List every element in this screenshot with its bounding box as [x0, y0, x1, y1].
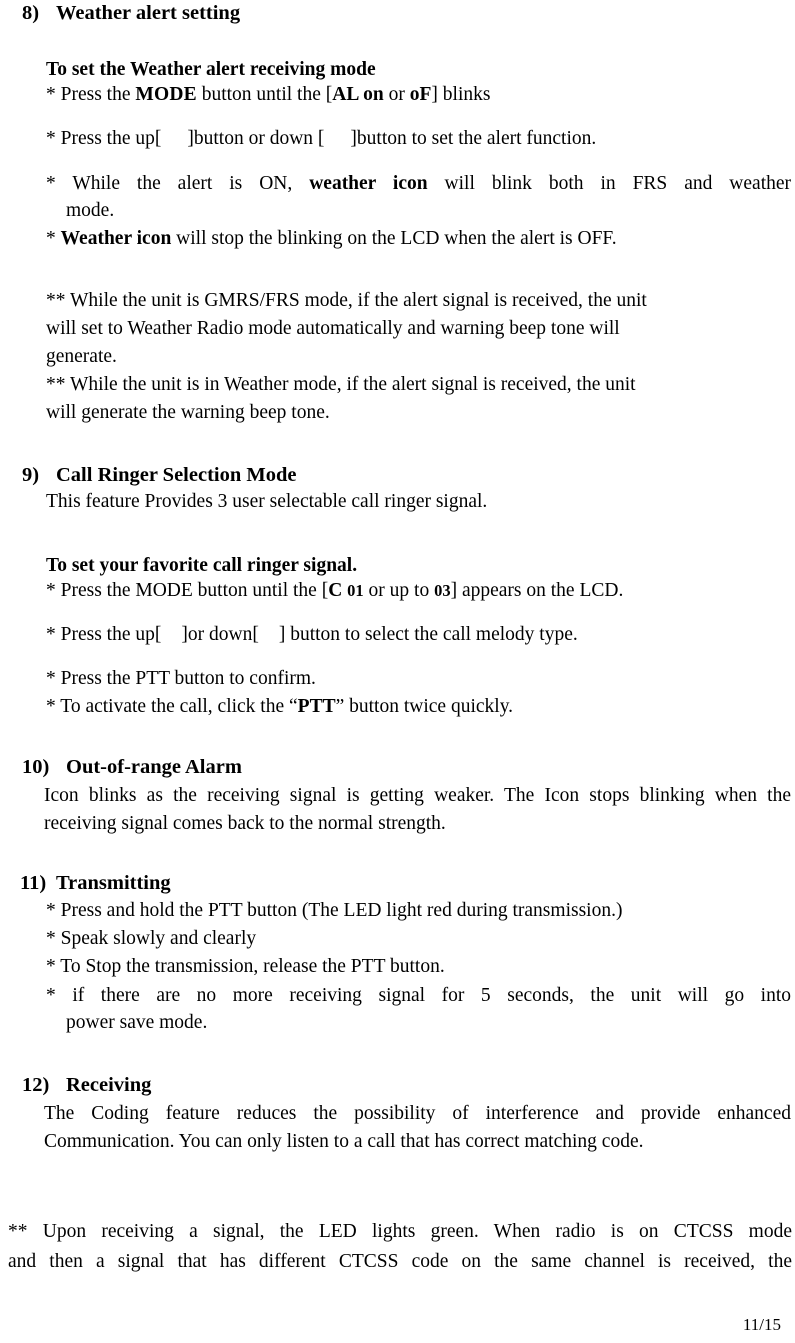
section-8-heading: 8) Weather alert setting [22, 0, 240, 26]
section-11-line-2: * Speak slowly and clearly [46, 928, 257, 949]
section-8-number: 8) [22, 2, 40, 24]
section-8-title: Weather alert setting [56, 2, 241, 24]
section-8-press-mode-line: * Press the MODE button until the [AL on… [46, 82, 490, 108]
text-fragment: ] appears on the LCD. [450, 580, 624, 601]
section-8-while-alert-cont: mode. [66, 200, 115, 221]
ptt-button-label: PTT [297, 696, 336, 717]
text-fragment: * Press the up[ [46, 624, 162, 645]
text-fragment: or [383, 84, 410, 105]
mode-button-label: MODE [135, 84, 197, 105]
section-10-title: Out-of-range Alarm [66, 756, 242, 778]
section-8-note2-line2: will generate the warning beep tone. [46, 402, 330, 423]
section-12-title: Receiving [66, 1074, 152, 1096]
section-12-body: The Coding feature reduces the possibili… [44, 1103, 791, 1152]
text-fragment: ] blinks [431, 84, 491, 105]
section-11-line-3: * To Stop the transmission, release the … [46, 956, 445, 977]
text-fragment: * While the alert is ON, [46, 173, 310, 194]
closing-note-line-1: ** Upon receiving a signal, the LED ligh… [8, 1221, 792, 1242]
text-fragment: * Press the up[ [46, 128, 162, 149]
section-12-number: 12) [22, 1074, 50, 1096]
text-fragment: * Press the [46, 84, 136, 105]
section-9-intro: This feature Provides 3 user selectable … [46, 491, 488, 512]
lcd-01-label: 01 [347, 581, 364, 600]
section-8-subheading: To set the Weather alert receiving mode [46, 59, 376, 80]
section-11-title: Transmitting [56, 872, 171, 894]
weather-icon-label: Weather icon [60, 228, 172, 249]
text-fragment: ” button twice quickly. [335, 696, 514, 717]
section-11-line-4-cont: power save mode. [66, 1012, 208, 1033]
text-fragment: ]or down[ [181, 624, 259, 645]
text-fragment: * To activate the call, click the “ [46, 696, 298, 717]
text-fragment: will blink both in FRS and weather [427, 173, 792, 194]
section-10-body: Icon blinks as the receiving signal is g… [44, 785, 791, 834]
section-8-weather-icon-line: * Weather icon will stop the blinking on… [46, 226, 617, 252]
section-9-press-updown-line: * Press the up[ ]or down[ ] button to sele… [46, 622, 578, 648]
text-fragment: button until the [ [196, 84, 333, 105]
text-fragment: or up to [363, 580, 435, 601]
section-8-note1-line2: will set to Weather Radio mode automatic… [46, 318, 620, 339]
section-8-note1-line3: generate. [46, 346, 117, 367]
section-8-press-updown-line: * Press the up[ ]button or down [ ]button … [46, 126, 596, 152]
lcd-c-label: C [328, 580, 343, 601]
section-8-while-alert-line: * While the alert is ON, weather icon wi… [46, 170, 791, 198]
lcd-03-label: 03 [434, 581, 451, 600]
section-9-subheading: To set your favorite call ringer signal. [46, 555, 358, 576]
text-fragment: ] button to select the call melody type. [278, 624, 578, 645]
section-8-note2-line1: ** While the unit is in Weather mode, if… [46, 374, 636, 395]
section-9-activate-line: * To activate the call, click the “PTT” … [46, 694, 513, 720]
section-10-heading: 10) Out-of-range Alarm [22, 754, 242, 780]
text-fragment: will stop the blinking on the LCD when t… [171, 228, 617, 249]
section-9-press-mode-line: * Press the MODE button until the [C 01 … [46, 578, 623, 604]
section-11-number: 11) [20, 872, 47, 894]
section-11-line-1: * Press and hold the PTT button (The LED… [46, 900, 623, 921]
lcd-al-on-label: AL on [332, 84, 384, 105]
section-12-heading: 12) Receiving [22, 1072, 151, 1098]
section-9-number: 9) [22, 464, 40, 486]
text-fragment: * Press the MODE button until the [ [46, 580, 329, 601]
text-fragment: ]button or down [ [187, 128, 325, 149]
lcd-of-label: oF [409, 84, 432, 105]
section-9-heading: 9) Call Ringer Selection Mode [22, 462, 296, 488]
document-page: 8) Weather alert setting To set the Weath… [0, 0, 795, 1343]
section-9-press-ptt-line: * Press the PTT button to confirm. [46, 668, 316, 689]
text-fragment: ]button to set the alert function. [350, 128, 597, 149]
section-11-line-4: * if there are no more receiving signal … [46, 985, 791, 1006]
page-number: 11/15 [742, 1315, 781, 1334]
section-10-number: 10) [22, 756, 50, 778]
weather-icon-label: weather icon [309, 173, 428, 194]
text-fragment: * [46, 228, 61, 249]
section-8-note1-line1: ** While the unit is GMRS/FRS mode, if t… [46, 290, 647, 311]
closing-note-line-2: and then a signal that has different CTC… [8, 1251, 792, 1272]
section-9-title: Call Ringer Selection Mode [56, 464, 297, 486]
section-11-heading: 11) Transmitting [20, 870, 171, 896]
